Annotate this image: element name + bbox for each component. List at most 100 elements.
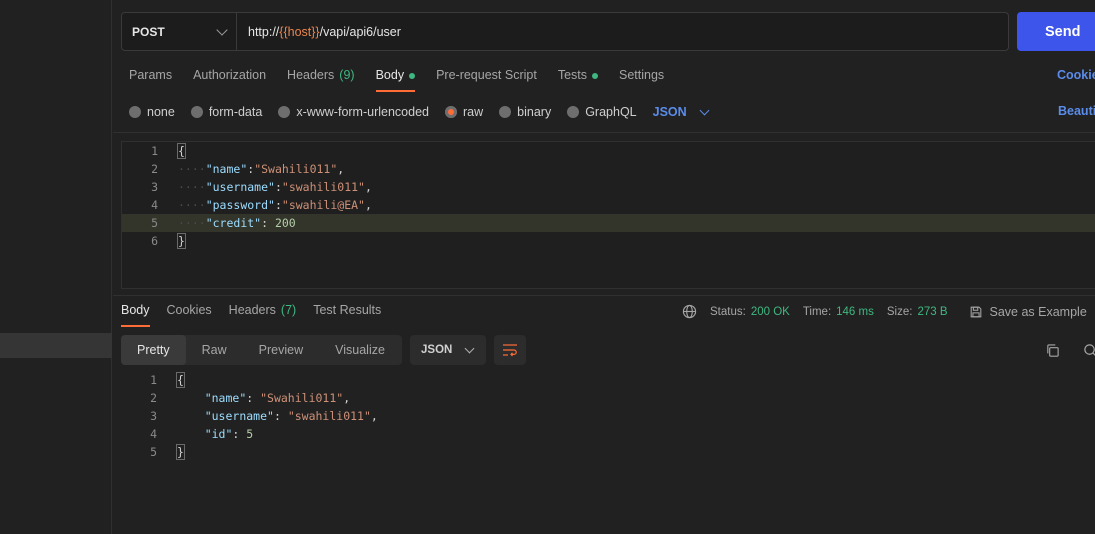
json-value: "swahili011"	[287, 409, 371, 423]
body-type-none[interactable]: none	[129, 105, 175, 119]
copy-icon[interactable]	[1045, 343, 1060, 358]
size-value[interactable]: 273 B	[917, 306, 947, 318]
json-separator: :	[232, 427, 247, 441]
body-type-options: none form-data x-www-form-urlencoded raw bin…	[129, 104, 710, 120]
line-number: 6	[151, 234, 158, 248]
indent: ····	[178, 198, 206, 212]
body-type-label: binary	[517, 105, 552, 119]
json-key: "username"	[205, 180, 275, 194]
beautify-link[interactable]: Beauti	[1058, 104, 1095, 118]
globe-icon[interactable]	[682, 304, 697, 319]
url-input[interactable]: http://{{host}}/vapi/api6/user	[237, 13, 1008, 50]
code-line: 5 ····"credit": 200	[122, 214, 1095, 232]
radio-button[interactable]	[499, 106, 512, 118]
request-tab-authorization[interactable]: Authorization	[193, 68, 266, 92]
line-number: 3	[151, 180, 158, 194]
divider	[113, 295, 1095, 296]
code-line: 1{	[121, 371, 1095, 389]
search-icon[interactable]	[1083, 343, 1095, 358]
cookies-link[interactable]: Cookie	[1057, 68, 1095, 82]
request-tab-settings[interactable]: Settings	[619, 68, 664, 92]
time-value[interactable]: 146 ms	[836, 306, 874, 318]
response-tab-label: Headers	[228, 303, 276, 317]
request-tab-label: Tests	[557, 68, 587, 82]
wrap-lines-button[interactable]	[494, 335, 526, 365]
code-text: }	[176, 444, 185, 460]
request-tab-params[interactable]: Params	[129, 68, 172, 92]
code-text: ····"password":"swahili@EA",	[178, 198, 372, 212]
time-label: Time:	[802, 305, 832, 318]
response-tab-headers[interactable]: Headers (7)	[229, 303, 297, 327]
response-view-tabs: Pretty Raw Preview Visualize	[121, 335, 402, 365]
radio-button[interactable]	[278, 106, 291, 118]
code-text: ····"username":"swahili011",	[178, 180, 372, 194]
request-tab-headers[interactable]: Headers (9)	[287, 68, 355, 92]
code-line: 5}	[121, 443, 1095, 461]
body-type-raw[interactable]: raw	[445, 105, 483, 119]
radio-button[interactable]	[129, 106, 141, 118]
response-tab-label: Body	[121, 303, 150, 317]
body-type-graphql[interactable]: GraphQL	[567, 105, 637, 119]
method-select[interactable]: POST	[122, 13, 237, 50]
response-body-viewer[interactable]: 1{2 "name": "Swahili011", 3 "username": "…	[121, 371, 1095, 461]
send-button[interactable]: Send	[1017, 12, 1095, 51]
line-number: 3	[150, 409, 157, 423]
response-tab-test-results[interactable]: Test Results	[313, 303, 381, 327]
line-number: 4	[150, 427, 157, 441]
line-number: 1	[150, 373, 157, 387]
line-number: 5	[151, 216, 158, 230]
size-label: Size:	[886, 305, 913, 318]
response-tab-cookies[interactable]: Cookies	[167, 303, 212, 327]
status-value[interactable]: 200 OK	[751, 306, 790, 318]
view-tab-pretty[interactable]: Pretty	[121, 335, 186, 365]
response-tab-body[interactable]: Body	[121, 303, 150, 327]
json-value: "Swahili011"	[260, 391, 344, 405]
json-value: "swahili011"	[281, 180, 365, 194]
body-type-label: raw	[463, 105, 484, 119]
radio-button[interactable]	[567, 106, 580, 118]
code-text: ····"credit": 200	[178, 216, 296, 230]
chevron-down-icon	[464, 343, 475, 353]
response-tab-label: Test Results	[313, 303, 382, 317]
status-dot-icon	[592, 73, 598, 79]
json-separator: :	[274, 198, 282, 212]
response-format-select[interactable]: JSON	[410, 335, 486, 365]
request-tab-pre-request-script[interactable]: Pre-request Script	[436, 68, 537, 92]
json-key: "id"	[204, 427, 233, 441]
view-tab-visualize[interactable]: Visualize	[319, 335, 401, 365]
body-type-form-data[interactable]: form-data	[190, 105, 262, 119]
request-tabs: Params Authorization Headers (9) Body Pre-req…	[129, 68, 685, 92]
wrap-lines-icon	[503, 344, 517, 357]
body-format-select[interactable]: JSON	[653, 105, 710, 119]
code-line: 2 ····"name":"Swahili011",	[122, 160, 1095, 178]
response-tab-label: Cookies	[166, 303, 212, 317]
line-number: 1	[151, 144, 158, 158]
radio-button[interactable]	[445, 106, 457, 118]
body-type-x-www-form-urlencoded[interactable]: x-www-form-urlencoded	[278, 105, 429, 119]
code-text: {	[176, 372, 185, 388]
json-brace: {	[177, 143, 186, 159]
body-type-label: GraphQL	[585, 105, 637, 119]
json-separator: :	[274, 180, 282, 194]
sidebar-selected-item[interactable]	[0, 333, 112, 358]
view-tab-preview[interactable]: Preview	[243, 335, 319, 365]
code-text: }	[177, 233, 186, 249]
code-line: 4 "id": 5	[121, 425, 1095, 443]
code-text: ····"name":"Swahili011",	[178, 162, 344, 176]
view-tab-raw[interactable]: Raw	[186, 335, 243, 365]
save-as-example-button[interactable]: Save as Example	[969, 305, 1087, 319]
line-number: 2	[150, 391, 157, 405]
response-meta: Status: 200 OK Time: 146 ms Size: 273 B …	[682, 304, 1087, 319]
request-body-editor[interactable]: 1{2 ····"name":"Swahili011", 3 ····"usernam…	[121, 141, 1095, 289]
json-separator: :	[261, 216, 275, 230]
request-tab-label: Pre-request Script	[436, 68, 537, 82]
radio-button[interactable]	[190, 106, 203, 118]
json-brace: }	[177, 233, 186, 249]
body-type-binary[interactable]: binary	[499, 105, 551, 119]
save-icon	[970, 306, 981, 317]
request-tab-tests[interactable]: Tests	[558, 68, 598, 92]
sidebar	[0, 0, 112, 534]
request-tab-body[interactable]: Body	[375, 68, 416, 92]
